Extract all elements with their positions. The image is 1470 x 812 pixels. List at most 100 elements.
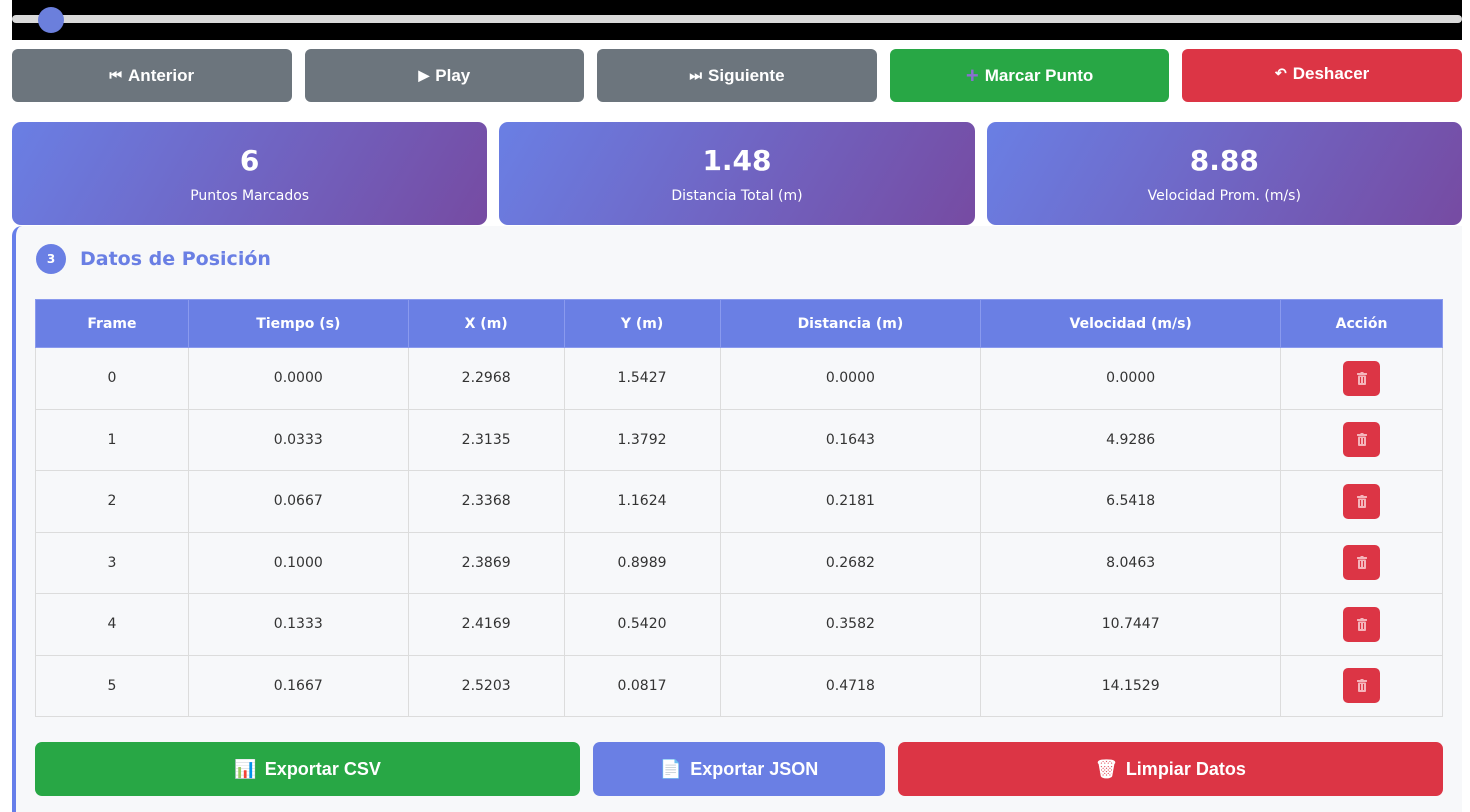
table-cell: 0.4718 — [719, 654, 982, 717]
delete-row-button[interactable] — [1343, 483, 1381, 519]
export-actions: 📊 Exportar CSV 📄 Exportar JSON 🗑 Limpiar… — [35, 742, 1444, 796]
section-header: 3 Datos de Posición — [36, 244, 271, 274]
table-cell: 2 — [35, 470, 189, 533]
table-cell: 0.3582 — [719, 593, 982, 656]
trash-icon — [1356, 679, 1367, 693]
export-json-label: Exportar JSON — [690, 758, 819, 779]
mark-point-button[interactable]: + Marcar Punto — [889, 49, 1170, 102]
undo-icon: ↶ — [1275, 65, 1287, 81]
clear-data-label: Limpiar Datos — [1125, 758, 1246, 779]
table-cell: 2.5203 — [407, 654, 565, 717]
trash-icon — [1356, 617, 1367, 631]
frame-slider-thumb[interactable] — [38, 7, 64, 33]
table-cell: 0.2682 — [719, 531, 982, 594]
export-json-button[interactable]: 📄 Exportar JSON — [593, 742, 885, 796]
column-header: Tiempo (s) — [187, 299, 409, 348]
frame-slider[interactable] — [12, 15, 1462, 23]
table-cell: 2.3135 — [407, 408, 565, 471]
table-cell: 0 — [35, 347, 189, 410]
action-cell — [1280, 593, 1443, 656]
column-header: Distancia (m) — [719, 299, 982, 348]
table-cell: 0.5420 — [563, 593, 721, 656]
table-cell: 0.0667 — [187, 470, 409, 533]
table-cell: 0.1000 — [187, 531, 409, 594]
stat-value: 1.48 — [702, 144, 772, 177]
stat-label: Velocidad Prom. (m/s) — [1147, 188, 1301, 204]
next-frame-label: Siguiente — [708, 65, 785, 85]
playback-controls: ⏮ Anterior ▶ Play ⏭ Siguiente + Marcar P… — [12, 49, 1462, 102]
table-cell: 2.2968 — [407, 347, 565, 410]
table-row: 4 0.1333 2.4169 0.5420 0.3582 10.7447 — [35, 593, 1443, 656]
document-icon: 📄 — [659, 758, 683, 779]
table-row: 0 0.0000 2.2968 1.5427 0.0000 0.0000 — [35, 347, 1443, 410]
position-data-table: Frame Tiempo (s) X (m) Y (m) Distancia (… — [35, 299, 1443, 717]
action-cell — [1280, 347, 1443, 410]
table-cell: 5 — [35, 654, 189, 717]
table-cell: 0.0817 — [563, 654, 721, 717]
table-cell: 3 — [35, 531, 189, 594]
table-cell: 1.3792 — [563, 408, 721, 471]
column-header: Y (m) — [563, 299, 721, 348]
bar-chart-icon: 📊 — [234, 758, 257, 779]
step-number-badge: 3 — [36, 244, 66, 274]
table-cell: 0.0333 — [187, 408, 409, 471]
column-header: X (m) — [407, 299, 565, 348]
table-cell: 0.1667 — [187, 654, 409, 717]
delete-row-button[interactable] — [1343, 360, 1381, 396]
export-csv-label: Exportar CSV — [264, 758, 381, 779]
undo-button[interactable]: ↶ Deshacer — [1182, 49, 1462, 102]
table-cell: 10.7447 — [980, 593, 1282, 656]
play-button[interactable]: ▶ Play — [304, 49, 585, 102]
table-row: 5 0.1667 2.5203 0.0817 0.4718 14.1529 — [35, 654, 1443, 717]
table-row: 3 0.1000 2.3869 0.8989 0.2682 8.0463 — [35, 531, 1443, 594]
position-data-panel: 3 Datos de Posición Frame Tiempo (s) X (… — [12, 226, 1462, 812]
delete-row-button[interactable] — [1343, 545, 1381, 581]
delete-row-button[interactable] — [1343, 422, 1381, 458]
section-title: Datos de Posición — [80, 248, 271, 270]
skip-forward-icon: ⏭ — [689, 67, 703, 83]
skip-back-icon: ⏮ — [109, 67, 123, 83]
table-row: 1 0.0333 2.3135 1.3792 0.1643 4.9286 — [35, 408, 1443, 471]
mark-point-label: Marcar Punto — [984, 65, 1094, 85]
stat-card-velocity: 8.88 Velocidad Prom. (m/s) — [986, 122, 1462, 225]
delete-row-button[interactable] — [1343, 668, 1381, 704]
table-header-row: Frame Tiempo (s) X (m) Y (m) Distancia (… — [35, 299, 1443, 348]
undo-label: Deshacer — [1292, 63, 1370, 83]
stat-label: Puntos Marcados — [190, 188, 310, 204]
play-label: Play — [435, 65, 471, 85]
export-csv-button[interactable]: 📊 Exportar CSV — [35, 742, 581, 796]
delete-row-button[interactable] — [1343, 606, 1381, 642]
trash-icon — [1356, 494, 1367, 508]
stat-card-points: 6 Puntos Marcados — [12, 122, 488, 225]
table-cell: 4.9286 — [980, 408, 1282, 471]
table-cell: 0.0000 — [980, 347, 1282, 410]
stat-value: 6 — [239, 144, 260, 177]
action-cell — [1280, 470, 1443, 533]
table-cell: 0.1333 — [187, 593, 409, 656]
clear-data-button[interactable]: 🗑 Limpiar Datos — [897, 742, 1444, 796]
table-cell: 4 — [35, 593, 189, 656]
action-cell — [1280, 531, 1443, 594]
table-cell: 6.5418 — [980, 470, 1282, 533]
action-cell — [1280, 654, 1443, 717]
trash-icon — [1356, 556, 1367, 570]
table-cell: 0.0000 — [187, 347, 409, 410]
table-cell: 0.8989 — [563, 531, 721, 594]
trash-icon — [1356, 433, 1367, 447]
table-cell: 8.0463 — [980, 531, 1282, 594]
table-row: 2 0.0667 2.3368 1.1624 0.2181 6.5418 — [35, 470, 1443, 533]
table-cell: 1.5427 — [563, 347, 721, 410]
column-header: Acción — [1280, 299, 1443, 348]
previous-frame-button[interactable]: ⏮ Anterior — [12, 49, 292, 102]
table-cell: 1 — [35, 408, 189, 471]
table-cell: 0.1643 — [719, 408, 982, 471]
plus-icon: + — [965, 62, 979, 88]
table-cell: 2.3368 — [407, 470, 565, 533]
action-cell — [1280, 408, 1443, 471]
play-icon: ▶ — [418, 67, 430, 83]
trash-icon — [1356, 371, 1367, 385]
trash-icon: 🗑 — [1094, 758, 1118, 779]
next-frame-button[interactable]: ⏭ Siguiente — [597, 49, 877, 102]
table-cell: 0.2181 — [719, 470, 982, 533]
stat-label: Distancia Total (m) — [671, 188, 803, 204]
